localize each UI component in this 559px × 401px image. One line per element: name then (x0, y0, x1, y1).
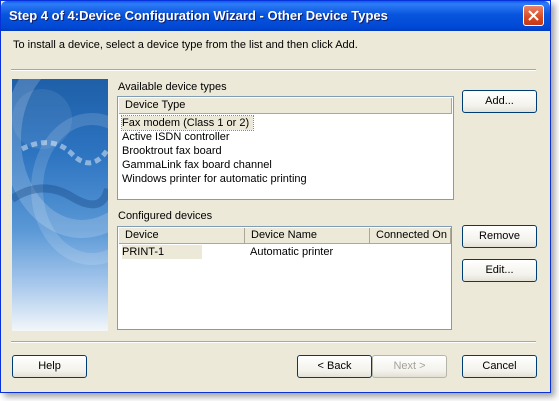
column-header-device-name[interactable]: Device Name (245, 228, 370, 244)
table-row-device-name[interactable]: Automatic printer (250, 245, 333, 259)
window-title: Step 4 of 4:Device Configuration Wizard … (9, 8, 388, 23)
list-item[interactable]: Brooktrout fax board (122, 144, 222, 158)
help-button[interactable]: Help (12, 355, 87, 378)
list-item[interactable]: Active ISDN controller (122, 130, 230, 144)
column-header-device-type[interactable]: Device Type (119, 98, 452, 114)
list-item[interactable]: Windows printer for automatic printing (122, 172, 307, 186)
wizard-window: Step 4 of 4:Device Configuration Wizard … (0, 0, 551, 393)
available-device-types-label: Available device types (118, 81, 227, 93)
cancel-button[interactable]: Cancel (462, 355, 537, 378)
bottom-divider (11, 341, 536, 343)
instruction-text: To install a device, select a device typ… (13, 39, 358, 51)
banner-swirl-graphic (12, 79, 108, 265)
title-bar[interactable]: Step 4 of 4:Device Configuration Wizard … (1, 1, 550, 31)
top-divider (11, 69, 536, 71)
available-device-types-list[interactable]: Device Type Fax modem (Class 1 or 2) Act… (117, 96, 454, 200)
wizard-banner-image (12, 79, 108, 331)
list-item[interactable]: Fax modem (Class 1 or 2) (120, 115, 255, 131)
next-button[interactable]: Next > (372, 355, 447, 378)
column-header-connected-on[interactable]: Connected On (370, 228, 451, 244)
back-button[interactable]: < Back (297, 355, 372, 378)
add-button[interactable]: Add... (462, 90, 537, 113)
close-icon (528, 10, 539, 21)
edit-button[interactable]: Edit... (462, 259, 537, 282)
column-header-device[interactable]: Device (119, 228, 245, 244)
configured-devices-list[interactable]: Device Device Name Connected On PRINT-1 … (117, 226, 452, 330)
remove-button[interactable]: Remove (462, 225, 537, 248)
table-row-device[interactable]: PRINT-1 (122, 245, 203, 259)
configured-devices-label: Configured devices (118, 210, 213, 222)
close-button[interactable] (523, 5, 544, 26)
list-item[interactable]: GammaLink fax board channel (122, 158, 272, 172)
